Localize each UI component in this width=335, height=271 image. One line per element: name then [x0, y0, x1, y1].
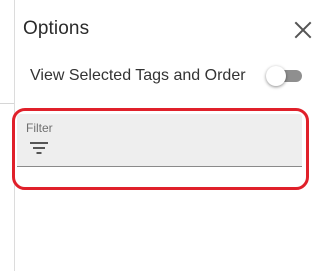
background-divider	[0, 103, 14, 104]
close-button[interactable]	[292, 19, 314, 41]
close-icon	[294, 21, 312, 39]
screen: Options View Selected Tags and Order Fil…	[0, 0, 335, 271]
view-selected-tags-label: View Selected Tags and Order	[30, 67, 246, 84]
panel-title: Options	[23, 18, 90, 39]
panel-header: Options	[15, 0, 335, 58]
filter-field[interactable]: Filter	[17, 114, 302, 167]
filter-label: Filter	[26, 121, 53, 135]
filter-icon-graphic	[30, 142, 48, 154]
view-selected-tags-row: View Selected Tags and Order	[15, 60, 335, 92]
background-page-edge	[0, 0, 15, 271]
toggle-thumb	[266, 66, 286, 86]
filter-list-icon[interactable]	[29, 140, 51, 156]
view-selected-tags-toggle[interactable]	[266, 66, 306, 86]
